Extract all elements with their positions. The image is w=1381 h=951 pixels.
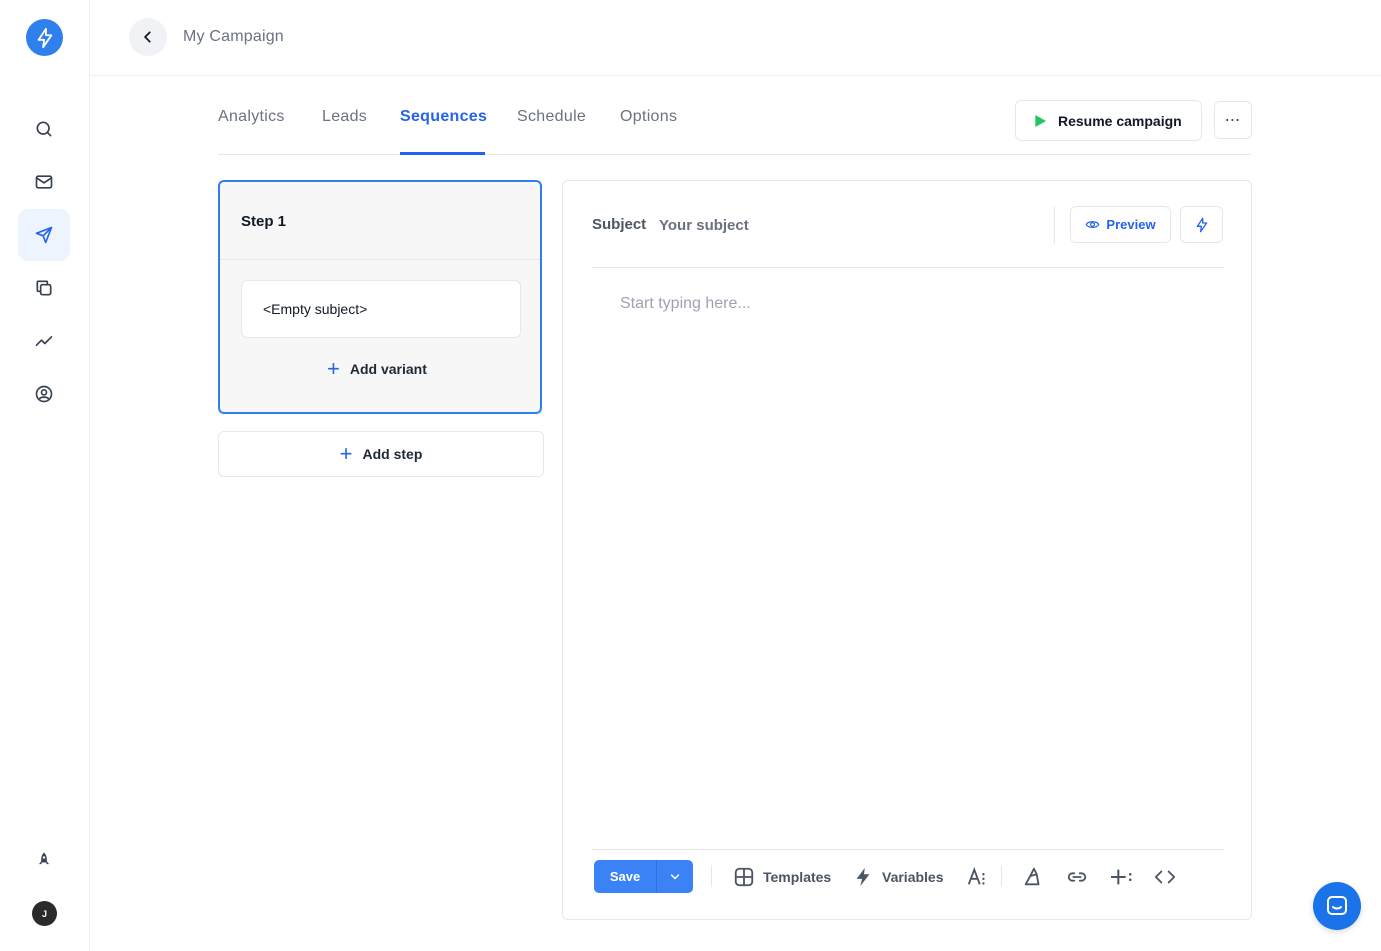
divider [592,849,1224,850]
step-card[interactable]: Step 1 <Empty subject> + Add variant [218,180,542,414]
sidebar-item-campaigns[interactable] [18,209,70,261]
templates-button[interactable]: Templates [733,864,831,890]
font-size-icon [967,867,985,885]
sidebar-item-inbox[interactable] [18,156,70,208]
tab-schedule[interactable]: Schedule [517,108,586,126]
tab-analytics[interactable]: Analytics [218,108,285,126]
add-step-label: Add step [362,446,423,462]
rocket-icon [39,852,49,865]
eye-icon [1085,221,1100,228]
play-icon [1035,114,1046,127]
copy-icon [36,280,52,296]
more-options-button[interactable]: ⋯ [1214,101,1252,139]
preview-button[interactable]: Preview [1070,206,1171,243]
sidebar-item-accounts[interactable] [18,368,70,420]
tab-options[interactable]: Options [620,108,677,126]
back-button[interactable] [129,18,167,56]
tab-leads[interactable]: Leads [322,108,367,126]
add-variant-label: Add variant [349,361,427,377]
plus-icon: + [327,356,340,381]
send-icon [35,226,53,244]
link-icon [1067,872,1087,882]
text-format-button[interactable] [966,864,996,890]
divider [592,267,1224,268]
variables-label: Variables [882,869,944,885]
brush-icon [1024,867,1040,886]
chevron-left-icon [144,31,151,43]
add-variant-button[interactable]: + Add variant [327,356,427,381]
resume-campaign-button[interactable]: Resume campaign [1015,100,1202,141]
variant-item[interactable]: <Empty subject> [241,280,521,338]
chat-icon [1327,896,1347,915]
resume-campaign-label: Resume campaign [1058,112,1182,129]
chevron-down-icon [670,873,680,879]
plus-more-icon [1111,869,1132,885]
support-chat-button[interactable] [1313,882,1361,930]
user-circle-icon [35,385,53,403]
sidebar-item-search[interactable] [18,103,70,155]
sidebar-item-analytics[interactable] [18,315,70,367]
email-body-input[interactable] [592,285,1224,845]
save-button-group: Save [594,860,693,893]
toolbar-divider [1001,865,1002,887]
active-tab-indicator [400,152,485,155]
sidebar-item-templates[interactable] [18,262,70,314]
plus-icon: + [339,441,353,466]
mail-icon [35,175,53,189]
variables-button[interactable]: Variables [852,864,944,890]
tab-sequences[interactable]: Sequences [400,108,487,126]
save-options-button[interactable] [656,860,693,893]
template-icon [734,867,754,887]
sidebar: J [0,0,90,951]
ai-assist-button[interactable] [1180,206,1223,243]
toolbar-divider [711,865,712,887]
subject-input[interactable] [659,212,1039,238]
insert-more-button[interactable] [1110,864,1142,890]
clear-format-button[interactable] [1022,864,1052,890]
email-editor: Subject Preview Save Templates Variables [562,180,1252,920]
bolt-icon [1196,217,1207,232]
logo-bolt-icon[interactable] [26,19,63,56]
subject-label: Subject [592,216,647,233]
save-button[interactable]: Save [594,860,656,893]
add-step-button[interactable]: + Add step [218,431,544,477]
templates-label: Templates [763,869,832,885]
bolt-icon [856,867,870,887]
html-code-button[interactable] [1154,864,1184,890]
avatar[interactable]: J [32,901,57,926]
topbar: My Campaign [90,0,1381,76]
trend-icon [35,336,53,346]
sidebar-item-onboarding[interactable] [18,834,70,886]
page-title: My Campaign [183,28,284,45]
preview-label: Preview [1106,217,1156,232]
code-icon [1154,870,1176,884]
divider [1054,206,1055,244]
search-icon [36,121,52,137]
step-title: Step 1 [220,182,540,260]
insert-link-button[interactable] [1066,864,1096,890]
